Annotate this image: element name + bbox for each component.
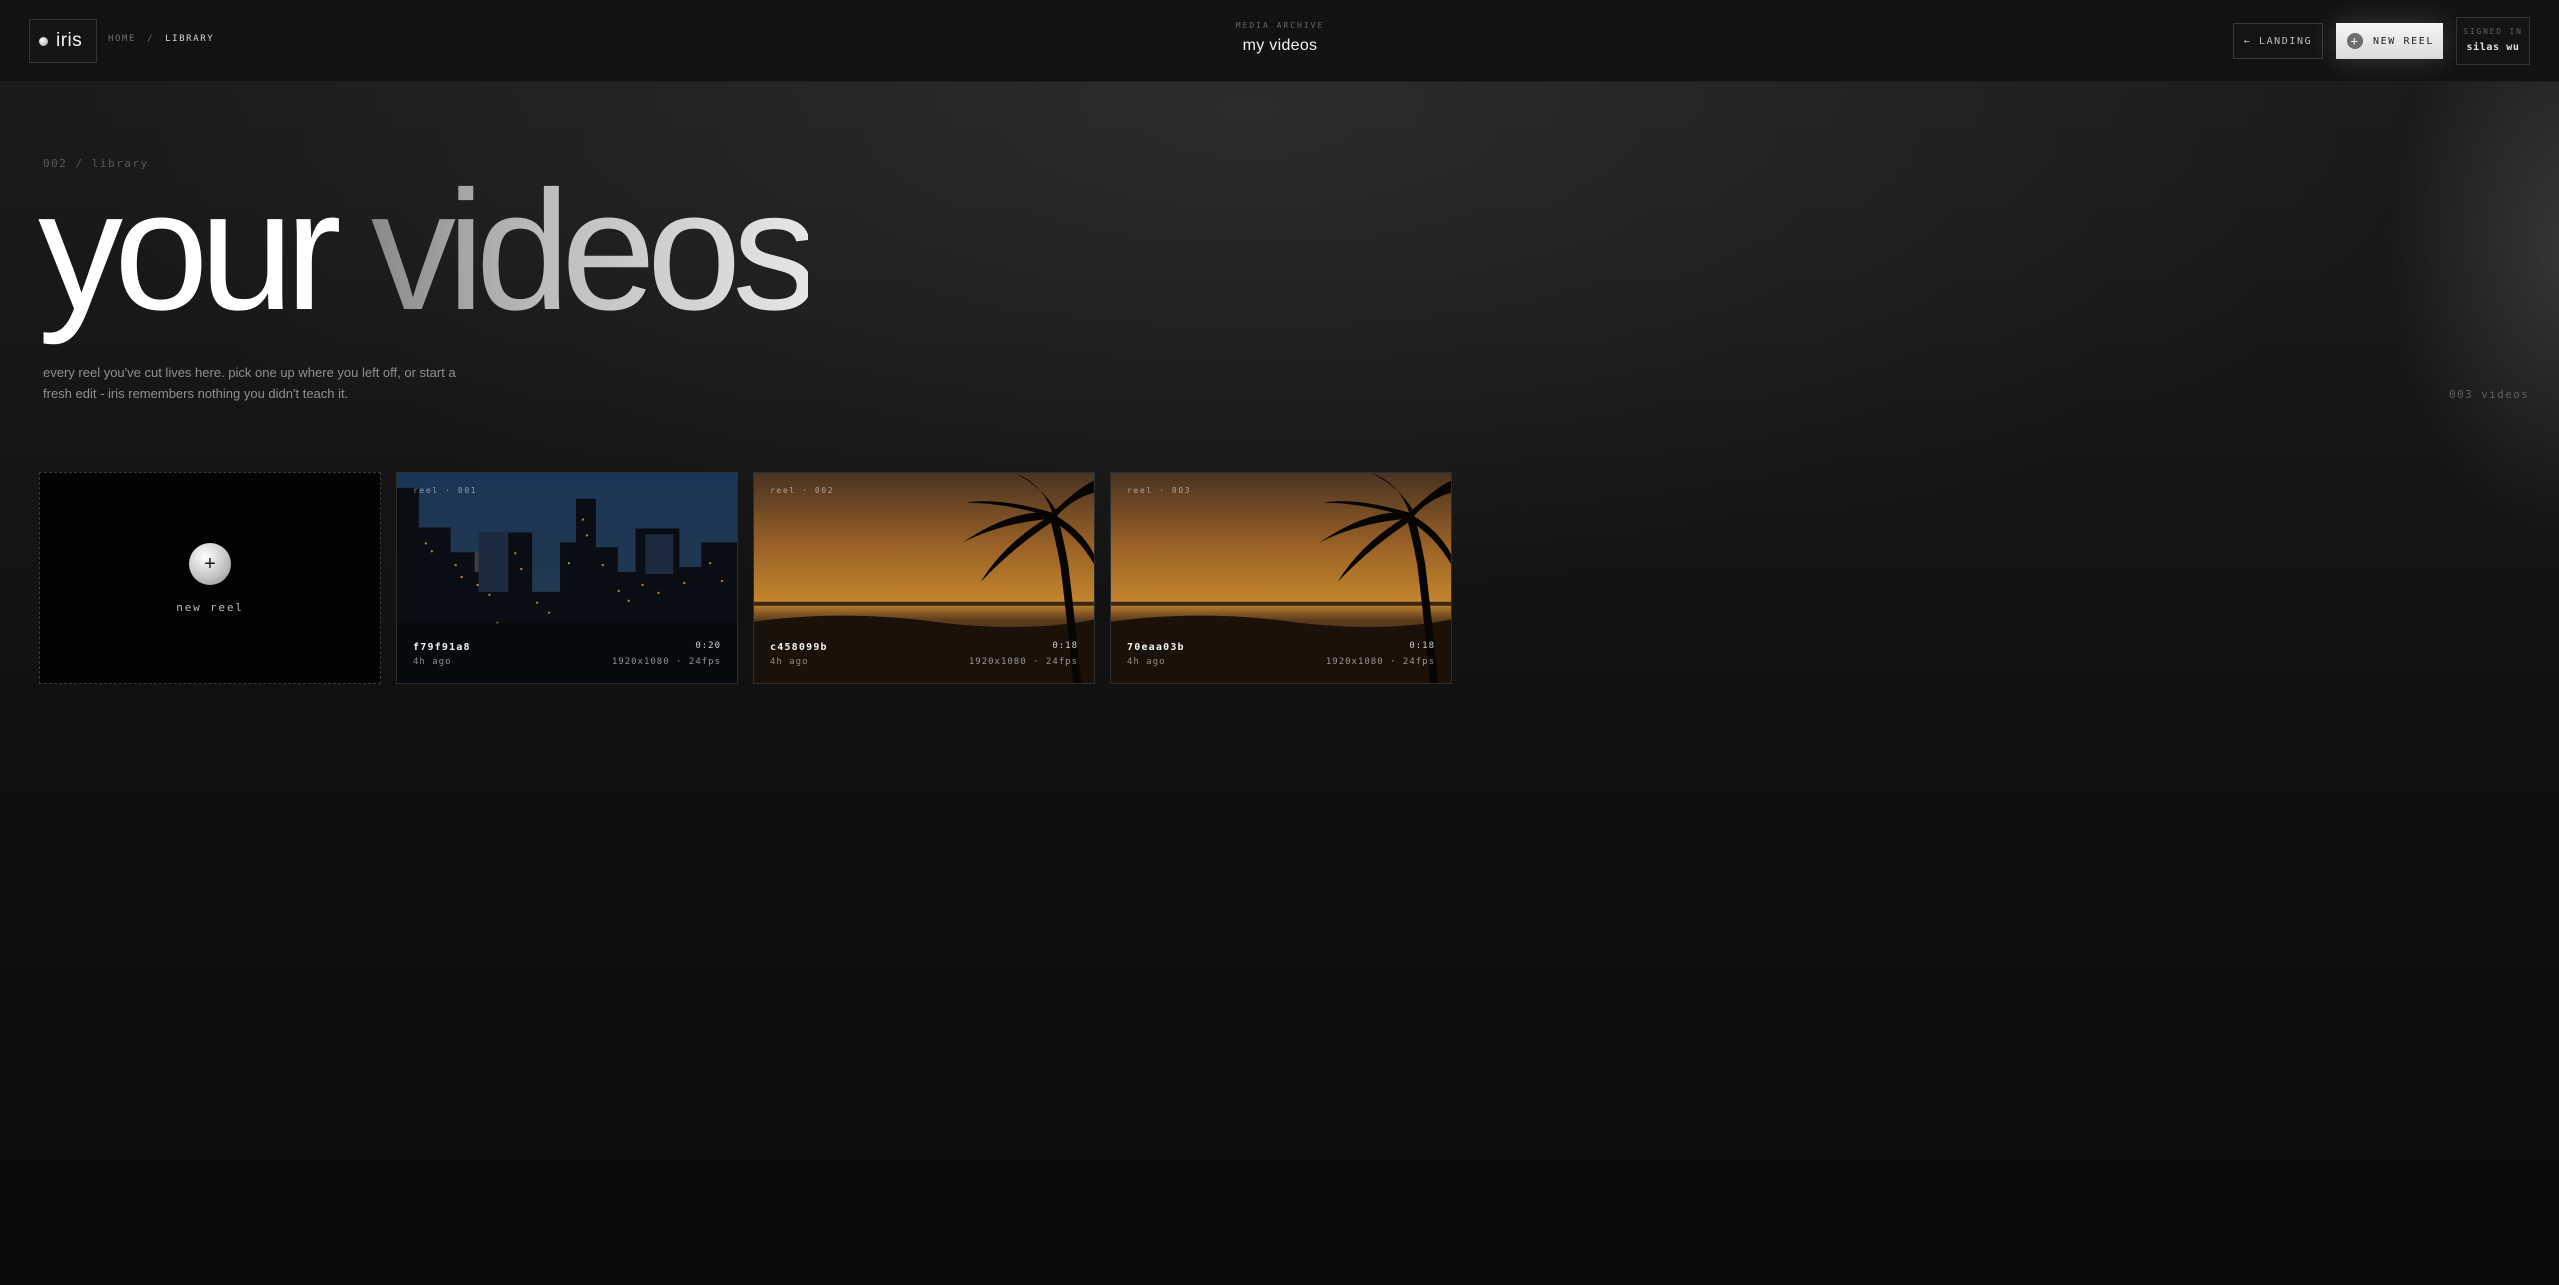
reel-tag: reel · 003 <box>1127 486 1192 495</box>
page-heading: MEDIA ARCHIVE my videos <box>1120 21 1440 55</box>
reel-tag: reel · 001 <box>413 486 478 495</box>
new-reel-card[interactable]: + new reel <box>39 472 381 684</box>
landing-button[interactable]: ← LANDING <box>2233 23 2323 59</box>
page-title: my videos <box>1242 37 1318 54</box>
video-duration: 0:20 <box>695 641 721 651</box>
new-reel-button[interactable]: + NEW REEL <box>2336 23 2443 59</box>
user-name: silas wu <box>2466 42 2520 53</box>
video-meta: 1920x1080 · 24fps <box>1325 657 1435 667</box>
new-reel-card-label: new reel <box>176 601 244 614</box>
video-count: 003 videos <box>2449 388 2530 401</box>
hero-title-part1: your <box>38 156 371 346</box>
hero-description: every reel you've cut lives here. pick o… <box>43 365 456 401</box>
user-badge-eyebrow: SIGNED IN <box>2463 27 2523 36</box>
video-age: 4h ago <box>770 657 809 667</box>
logo-orb-icon <box>39 36 48 46</box>
video-meta: 1920x1080 · 24fps <box>611 657 721 667</box>
top-bar: iris HOME / LIBRARY MEDIA ARCHIVE my vid… <box>0 0 2559 82</box>
hero-title-part2: videos <box>370 156 817 346</box>
breadcrumb-current: LIBRARY <box>165 34 215 44</box>
plus-icon: + <box>189 543 231 585</box>
video-card[interactable]: reel · 003 70eaa03b 4h ago 0:18 1920x108… <box>1110 472 1452 684</box>
video-duration: 0:18 <box>1052 641 1078 651</box>
video-duration: 0:18 <box>1409 641 1435 651</box>
app-logo[interactable]: iris <box>29 19 97 63</box>
video-id: f79f91a8 <box>413 642 471 653</box>
user-badge[interactable]: SIGNED IN silas wu <box>2456 17 2530 65</box>
breadcrumb: HOME / LIBRARY <box>108 34 214 44</box>
video-id: c458099b <box>770 642 828 653</box>
app-name: iris <box>56 30 83 51</box>
video-card[interactable]: reel · 002 c458099b 4h ago 0:18 1920x108… <box>753 472 1095 684</box>
video-id: 70eaa03b <box>1127 642 1185 653</box>
page-eyebrow: MEDIA ARCHIVE <box>1235 21 1325 30</box>
video-age: 4h ago <box>413 657 452 667</box>
breadcrumb-home[interactable]: HOME <box>108 34 136 44</box>
video-meta: 1920x1080 · 24fps <box>968 657 1078 667</box>
video-card[interactable]: reel · 001 f79f91a8 4h ago 0:20 1920x108… <box>396 472 738 684</box>
reel-tag: reel · 002 <box>770 486 835 495</box>
video-age: 4h ago <box>1127 657 1166 667</box>
breadcrumb-separator: / <box>147 34 155 44</box>
new-reel-button-label: NEW REEL <box>2373 35 2434 47</box>
hero-title: your videos <box>38 166 817 336</box>
plus-icon: + <box>2347 33 2363 49</box>
